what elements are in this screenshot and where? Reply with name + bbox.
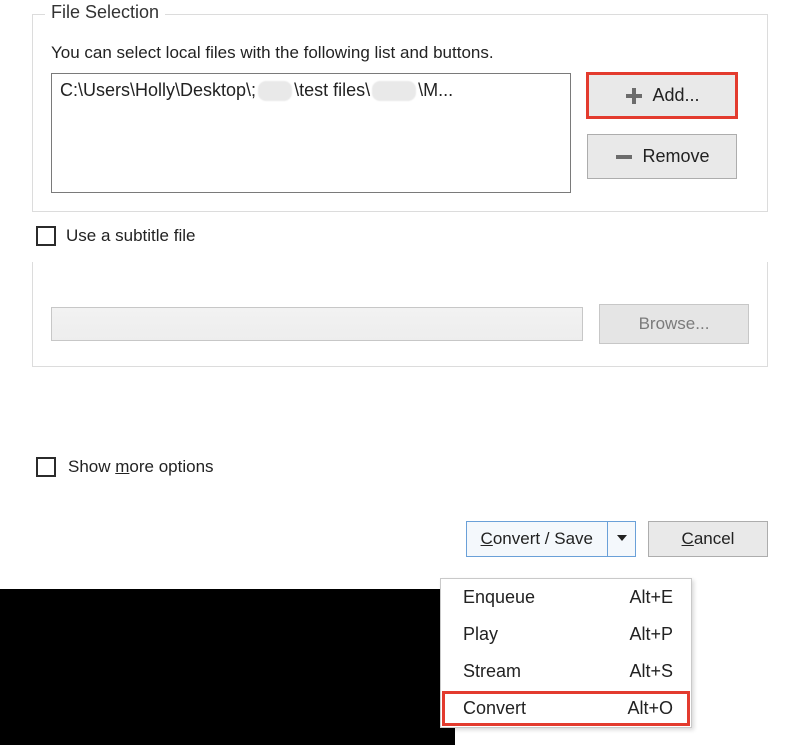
convert-save-button[interactable]: Convert / Save xyxy=(466,521,636,557)
file-selection-desc: You can select local files with the foll… xyxy=(51,43,749,63)
browse-button: Browse... xyxy=(599,304,749,344)
menu-item-label: Play xyxy=(463,624,498,645)
remove-button-label: Remove xyxy=(642,146,709,167)
menu-item-shortcut: Alt+P xyxy=(629,624,673,645)
menu-item-play[interactable]: Play Alt+P xyxy=(441,616,691,653)
redacted-segment xyxy=(372,81,416,101)
plus-icon xyxy=(624,86,644,106)
menu-item-stream[interactable]: Stream Alt+S xyxy=(441,653,691,690)
menu-item-shortcut: Alt+E xyxy=(629,587,673,608)
path-segment: C:\Users\Holly\Desktop\; xyxy=(60,80,256,101)
file-list[interactable]: C:\Users\Holly\Desktop\; \test files\ \M… xyxy=(51,73,571,193)
chevron-down-icon xyxy=(616,529,628,549)
subtitle-checkbox[interactable] xyxy=(36,226,56,246)
minus-icon xyxy=(614,147,634,167)
show-more-checkbox[interactable] xyxy=(36,457,56,477)
subtitle-checkbox-label: Use a subtitle file xyxy=(66,226,195,246)
cancel-button-label: Cancel xyxy=(682,529,735,549)
subtitle-path-input xyxy=(51,307,583,341)
menu-item-convert[interactable]: Convert Alt+O xyxy=(441,690,691,727)
menu-item-label: Convert xyxy=(463,698,526,719)
convert-save-label: Convert / Save xyxy=(467,522,607,556)
file-selection-title: File Selection xyxy=(45,2,165,23)
menu-item-label: Stream xyxy=(463,661,521,682)
menu-item-label: Enqueue xyxy=(463,587,535,608)
show-more-label: Show more options xyxy=(68,457,214,477)
path-segment: \test files\ xyxy=(294,80,370,101)
menu-item-shortcut: Alt+S xyxy=(629,661,673,682)
cancel-button[interactable]: Cancel xyxy=(648,521,768,557)
background-panel xyxy=(0,589,455,745)
convert-save-dropdown-toggle[interactable] xyxy=(607,522,635,556)
convert-save-menu: Enqueue Alt+E Play Alt+P Stream Alt+S Co… xyxy=(440,578,692,728)
file-list-item[interactable]: C:\Users\Holly\Desktop\; \test files\ \M… xyxy=(60,80,562,101)
menu-item-enqueue[interactable]: Enqueue Alt+E xyxy=(441,579,691,616)
menu-item-shortcut: Alt+O xyxy=(627,698,673,719)
remove-button[interactable]: Remove xyxy=(587,134,737,179)
add-button[interactable]: Add... xyxy=(587,73,737,118)
browse-button-label: Browse... xyxy=(639,314,710,334)
add-button-label: Add... xyxy=(652,85,699,106)
redacted-segment xyxy=(258,81,292,101)
path-segment: \M... xyxy=(418,80,453,101)
